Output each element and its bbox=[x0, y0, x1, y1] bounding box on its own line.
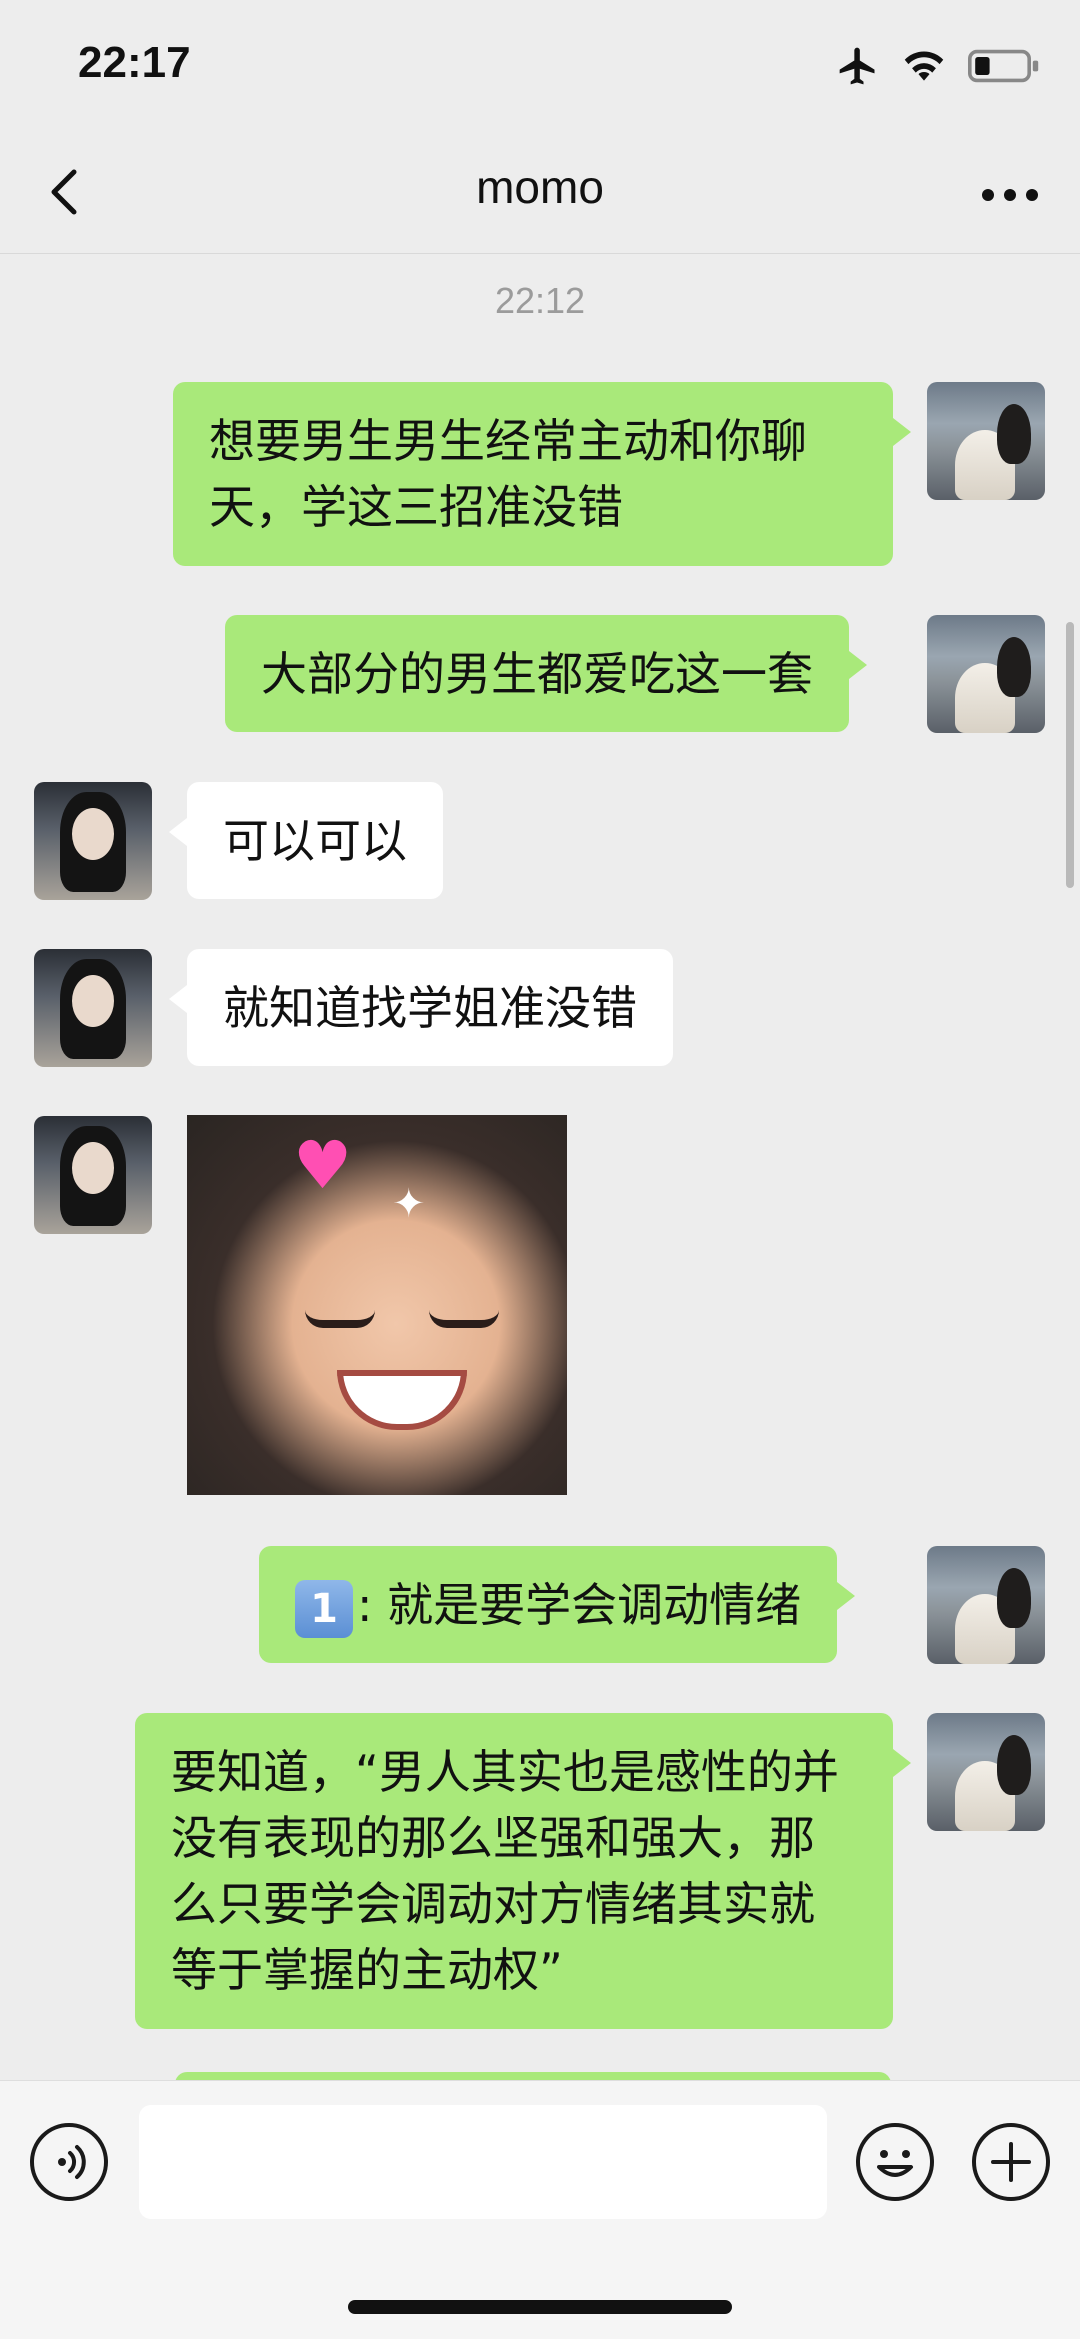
message-text: 想要男生男生经常主动和你聊天，学这三招准没错 bbox=[209, 414, 807, 534]
home-indicator bbox=[348, 2300, 732, 2314]
message-input[interactable] bbox=[139, 2105, 827, 2219]
status-icons bbox=[836, 44, 1040, 88]
message-text: 要知道，“男人其实也是感性的并没有表现的那么坚强和强大，那么只要学会调动对方情绪… bbox=[171, 1745, 839, 1997]
more-actions-button[interactable] bbox=[972, 2123, 1050, 2201]
sticker-image[interactable]: ♥ ✦ bbox=[187, 1115, 567, 1495]
chat-title: momo bbox=[476, 161, 604, 213]
chat-header: momo bbox=[0, 130, 1080, 254]
airplane-mode-icon bbox=[839, 47, 875, 85]
message-bubble-sent[interactable]: 大部分的男生都爱吃这一套 bbox=[225, 615, 867, 732]
voice-input-button[interactable] bbox=[30, 2123, 108, 2201]
message-text: 可以可以 bbox=[223, 814, 407, 868]
message-timestamp: 22:12 bbox=[494, 280, 586, 321]
sticker-eye-right bbox=[429, 1310, 499, 1328]
message-bubble-sent[interactable]: 想要男生男生经常主动和你聊天，学这三招准没错 bbox=[173, 382, 911, 566]
contact-avatar[interactable] bbox=[34, 949, 152, 1067]
heart-icon: ♥ bbox=[293, 1127, 353, 1204]
contact-avatar[interactable] bbox=[34, 782, 152, 900]
more-dots-icon bbox=[982, 189, 1038, 201]
message-bubble-sent[interactable]: 要知道，“男人其实也是感性的并没有表现的那么坚强和强大，那么只要学会调动对方情绪… bbox=[135, 1713, 911, 2029]
contact-avatar[interactable] bbox=[34, 1116, 152, 1234]
more-options-button[interactable] bbox=[970, 170, 1050, 220]
voice-icon bbox=[58, 2145, 86, 2179]
emoji-button[interactable] bbox=[856, 2123, 934, 2201]
sticker-eye-left bbox=[305, 1310, 375, 1328]
status-time: 22:17 bbox=[78, 38, 191, 87]
my-avatar[interactable] bbox=[927, 1546, 1045, 1664]
plus-icon bbox=[991, 2142, 1031, 2182]
keycap-number-icon: 1 bbox=[295, 1579, 353, 1638]
wifi-icon bbox=[904, 51, 944, 81]
my-avatar[interactable] bbox=[927, 615, 1045, 733]
message-bubble-sent[interactable]: 1: 就是要学会调动情绪 bbox=[259, 1546, 856, 1663]
status-bar: 22:17 bbox=[0, 0, 1080, 130]
sticker-mouth bbox=[337, 1370, 467, 1430]
my-avatar[interactable] bbox=[927, 1713, 1045, 1831]
message-bubble-received[interactable]: 可以可以 bbox=[169, 782, 443, 899]
message-text: : 就是要学会调动情绪 bbox=[357, 1578, 802, 1632]
message-text: 大部分的男生都爱吃这一套 bbox=[261, 647, 813, 701]
message-text: 就知道找学姐准没错 bbox=[223, 981, 637, 1035]
battery-icon bbox=[968, 49, 1039, 83]
emoji-icon bbox=[877, 2150, 913, 2177]
message-bubble-received[interactable]: 就知道找学姐准没错 bbox=[169, 949, 673, 1066]
scrollbar[interactable] bbox=[1066, 622, 1074, 888]
sparkle-icon: ✦ bbox=[392, 1181, 426, 1227]
my-avatar[interactable] bbox=[927, 382, 1045, 500]
